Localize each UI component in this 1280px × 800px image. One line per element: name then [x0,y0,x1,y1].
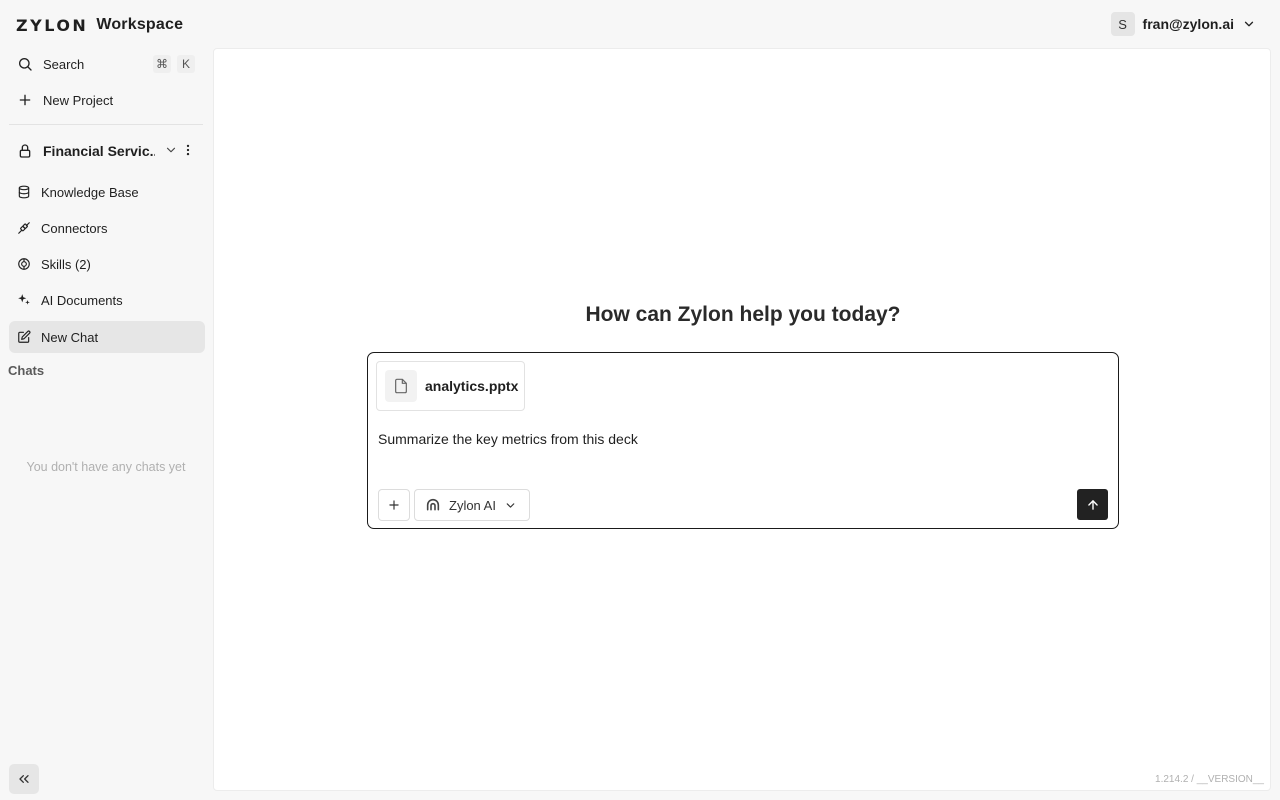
plus-icon [387,498,401,512]
chevron-down-icon[interactable] [164,143,178,157]
search-icon [17,56,33,72]
version-label: 1.214.2 / __VERSION__ [1155,774,1264,785]
sidebar-item-label: New Chat [41,329,99,345]
sidebar-item-label: AI Documents [41,292,123,308]
new-project-button[interactable]: New Project [9,84,205,116]
search-button[interactable]: Search ⌘ K [9,48,205,80]
chevron-down-icon [1242,17,1256,31]
command-key: ⌘ [153,55,171,73]
empty-chats-message: You don't have any chats yet [26,460,186,474]
k-key: K [177,55,195,73]
chats-section-label: Chats [8,363,45,378]
project-name: Financial Servic... [43,143,155,159]
chat-composer: analytics.pptx Zylon AI [367,352,1119,529]
arrow-up-icon [1086,498,1100,512]
sidebar-item-label: Connectors [41,220,108,236]
brand: ZYLON Workspace [16,14,183,36]
chevrons-left-icon [16,771,32,787]
sidebar: Search ⌘ K New Project Financial Servic.… [0,48,212,800]
user-menu[interactable]: S fran@zylon.ai [1110,12,1256,36]
database-icon [17,185,31,199]
chevron-down-icon [504,499,517,512]
sparkles-icon [17,293,31,307]
model-select[interactable]: Zylon AI [414,489,530,521]
more-vertical-icon[interactable] [181,143,195,157]
lock-icon [17,143,33,159]
sidebar-item-new-chat[interactable]: New Chat [9,321,205,353]
add-attachment-button[interactable] [378,489,410,521]
search-shortcut: ⌘ K [153,55,195,73]
file-icon [385,370,417,402]
plug-icon [17,221,31,235]
attachment-name: analytics.pptx [425,378,519,394]
sidebar-item-label: Knowledge Base [41,184,139,200]
edit-icon [17,330,31,344]
collapse-sidebar-button[interactable] [9,764,39,794]
avatar: S [1110,12,1135,36]
page-title: How can Zylon help you today? [585,303,901,326]
sidebar-divider [9,124,203,125]
attachment-chip[interactable]: analytics.pptx [376,361,525,411]
main-panel: How can Zylon help you today? analytics.… [213,48,1271,791]
sidebar-item-label: Skills (2) [41,256,91,272]
new-project-label: New Project [43,92,114,108]
skills-icon [17,257,31,271]
sidebar-item-skills[interactable]: Skills (2) [9,248,205,280]
search-label: Search [43,56,85,72]
project-selector[interactable]: Financial Servic... [9,136,205,166]
zylon-model-icon [425,497,441,513]
brand-logo: ZYLON [16,15,89,35]
model-label: Zylon AI [449,497,496,513]
brand-name: Workspace [96,16,184,33]
plus-icon [17,92,33,108]
prompt-input[interactable] [378,427,1098,451]
sidebar-item-knowledge-base[interactable]: Knowledge Base [9,176,205,208]
send-button[interactable] [1077,489,1108,520]
sidebar-item-connectors[interactable]: Connectors [9,212,205,244]
user-email: fran@zylon.ai [1142,16,1234,32]
sidebar-item-ai-documents[interactable]: AI Documents [9,284,205,316]
